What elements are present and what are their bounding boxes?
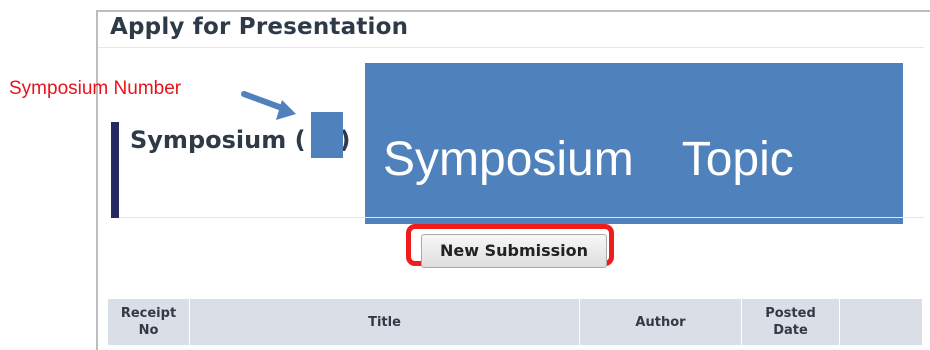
title-divider: [98, 47, 924, 48]
symposium-heading-prefix: Symposium (: [130, 126, 306, 154]
annotation-arrow-icon: [241, 91, 296, 120]
page-title: Apply for Presentation: [110, 14, 409, 40]
column-header-posted-date[interactable]: Posted Date: [742, 299, 840, 345]
apply-for-presentation-page: Apply for Presentation Symposium Number …: [0, 0, 930, 350]
column-header-receipt-no[interactable]: Receipt No: [108, 299, 190, 345]
new-submission-button[interactable]: New Submission: [421, 234, 607, 268]
column-header-author[interactable]: Author: [580, 299, 742, 345]
symposium-divider: [119, 217, 924, 218]
column-header-title[interactable]: Title: [190, 299, 580, 345]
symposium-number-annotation: Symposium Number: [9, 78, 182, 99]
submissions-table-header: Receipt No Title Author Posted Date: [108, 299, 922, 345]
symposium-accent-bar: [111, 122, 119, 218]
symposium-topic-placeholder: Symposium Topic: [365, 63, 903, 224]
top-border: [96, 10, 930, 12]
column-header-actions: [840, 299, 922, 345]
symposium-number-placeholder: [311, 112, 343, 158]
left-border: [96, 12, 98, 350]
